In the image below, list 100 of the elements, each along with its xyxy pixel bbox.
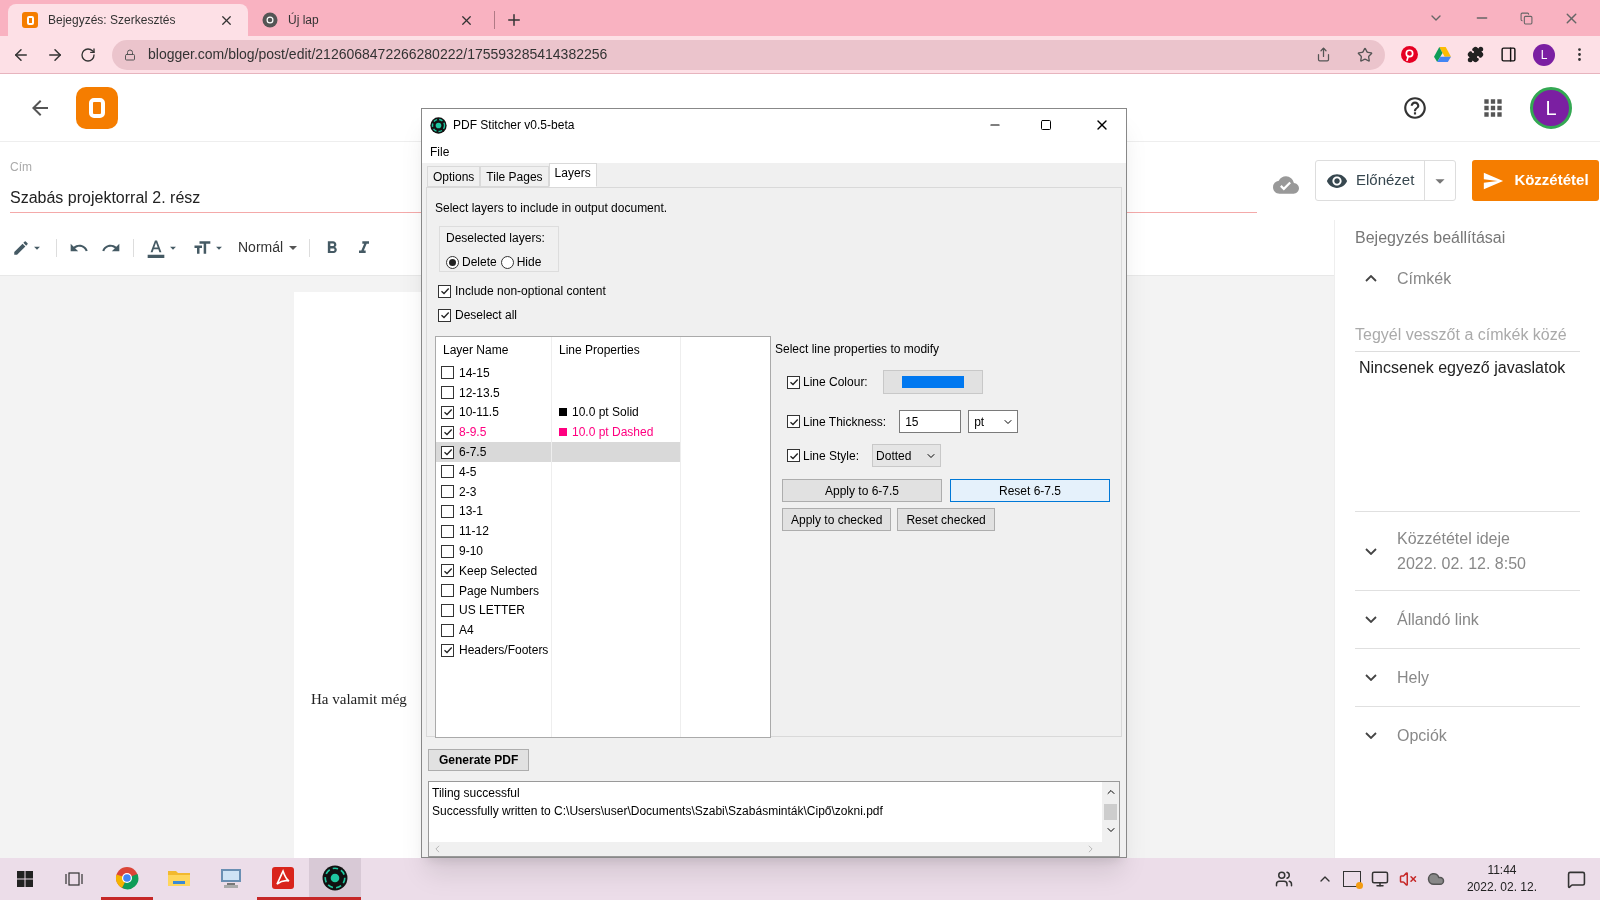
settings-section-header[interactable]: Opciók — [1355, 707, 1580, 764]
checkbox[interactable] — [438, 308, 451, 322]
section-title: Opciók — [1397, 726, 1447, 746]
radio-button[interactable] — [500, 255, 514, 269]
notifications-icon[interactable] — [1567, 869, 1586, 889]
checkbox[interactable] — [438, 284, 451, 298]
network-icon[interactable] — [1370, 870, 1389, 888]
browser-tab[interactable]: Új lap — [248, 4, 488, 36]
layer-row[interactable]: US LETTER — [436, 600, 680, 621]
settings-section-header[interactable]: Állandó link — [1355, 591, 1580, 648]
dialog-tab[interactable]: Options — [427, 166, 481, 187]
menu-item[interactable]: File — [427, 143, 453, 161]
layer-row[interactable]: 6-7.5 — [436, 442, 680, 462]
task-view-icon[interactable] — [65, 871, 83, 887]
checkbox[interactable] — [441, 504, 454, 518]
action-button[interactable]: Apply to checked — [782, 508, 892, 531]
checkbox-label: Line Style: — [803, 447, 860, 465]
stitcher-app-icon — [322, 864, 348, 891]
layer-row[interactable]: 2-3 — [436, 481, 680, 502]
muted-speaker-icon[interactable] — [1398, 870, 1417, 888]
profile-avatar[interactable]: L — [1533, 43, 1555, 66]
cloud-icon[interactable] — [1426, 870, 1445, 888]
checkbox[interactable] — [441, 425, 454, 439]
layer-row[interactable]: 4-5 — [436, 462, 680, 482]
help-icon[interactable] — [1402, 94, 1428, 121]
checkbox[interactable] — [787, 449, 800, 462]
layer-name: US LETTER — [459, 602, 525, 620]
checkbox[interactable] — [441, 485, 454, 499]
dialog-tab[interactable]: Tile Pages — [480, 166, 549, 187]
layer-row[interactable]: 13-1 — [436, 501, 680, 522]
checkbox[interactable] — [441, 524, 454, 538]
tray-app-icon[interactable] — [1342, 871, 1361, 887]
address-bar[interactable]: blogger.com/blog/post/edit/2126068472266280222/175593285414382256 — [112, 39, 1385, 70]
checkbox[interactable] — [787, 415, 800, 428]
chrome-icon — [115, 865, 139, 890]
chevron-down-icon — [1365, 616, 1377, 623]
layer-row[interactable]: 11-12 — [436, 521, 680, 542]
paragraph-style-dropdown[interactable]: Normál — [238, 237, 298, 258]
layer-row[interactable]: 10-11.5 10.0 pt Solid — [436, 402, 680, 423]
checkbox[interactable] — [441, 386, 454, 400]
account-avatar[interactable]: L — [1530, 86, 1572, 129]
action-button[interactable]: Reset checked — [897, 508, 995, 531]
checkbox[interactable] — [441, 623, 454, 637]
checkbox[interactable] — [787, 375, 800, 389]
suggestions-note: Nincsenek egyező javaslatok — [1358, 358, 1567, 378]
checkbox[interactable] — [441, 643, 454, 657]
tab-title: Új lap — [288, 11, 320, 29]
settings-section-header[interactable]: Címkék — [1355, 250, 1580, 307]
bookmark-star-icon[interactable] — [1357, 46, 1373, 63]
share-icon[interactable] — [1316, 47, 1331, 62]
checkbox[interactable] — [441, 366, 454, 380]
radio-button[interactable] — [446, 255, 459, 269]
layer-row[interactable]: A4 — [436, 620, 680, 641]
action-button[interactable]: Apply to 6-7.5 — [782, 479, 942, 502]
generate-pdf-button[interactable]: Generate PDF — [428, 749, 530, 771]
layer-row[interactable]: 14-15 — [436, 363, 680, 383]
unit-dropdown[interactable]: pt — [968, 410, 1019, 433]
line-style-dropdown[interactable]: Dotted — [872, 444, 942, 467]
vertical-scrollbar[interactable] — [1102, 782, 1119, 842]
action-button[interactable]: Reset 6-7.5 — [950, 479, 1110, 502]
taskbar-app[interactable] — [309, 858, 361, 900]
column-header[interactable]: Line Properties — [552, 337, 680, 363]
layer-row[interactable]: Page Numbers — [436, 580, 680, 601]
acrobat-icon — [271, 865, 295, 890]
log-line: Successfully written to C:\Users\user\Documents\Szabi\Szabásminták\Cipő\zokni.pdf — [432, 803, 884, 820]
restore-icon[interactable] — [1520, 11, 1533, 25]
settings-section-header[interactable]: Hely — [1355, 649, 1580, 706]
layer-name: Keep Selected — [459, 562, 538, 580]
checkbox[interactable] — [441, 465, 454, 479]
checkbox[interactable] — [441, 603, 454, 617]
clock[interactable]: 11:44 2022. 02. 12. — [1466, 862, 1537, 896]
layer-row[interactable]: 9-10 — [436, 541, 680, 561]
layer-name: 13-1 — [459, 503, 484, 521]
tags-input-field[interactable]: Tegyél vesszőt a címkék közé — [1355, 323, 1580, 352]
checkbox[interactable] — [441, 406, 454, 419]
checkbox[interactable] — [441, 564, 454, 578]
blogger-logo-icon[interactable] — [76, 86, 118, 129]
layer-row[interactable]: Headers/Footers — [436, 640, 680, 660]
colour-picker-button[interactable] — [882, 370, 983, 394]
app-icon — [430, 116, 447, 134]
drive-icon[interactable] — [1434, 46, 1451, 63]
checkbox[interactable] — [441, 445, 454, 459]
people-icon[interactable] — [1274, 870, 1293, 888]
checkbox[interactable] — [441, 584, 454, 598]
column-header[interactable]: Layer Name — [436, 337, 552, 363]
extensions-icon[interactable] — [1467, 46, 1484, 63]
reload-icon[interactable] — [80, 46, 96, 63]
dialog-tab[interactable]: Layers — [548, 163, 597, 187]
settings-section-header[interactable]: Közzététel ideje 2022. 02. 12. 8:50 — [1355, 512, 1580, 590]
preview-button[interactable]: Előnézet — [1315, 160, 1457, 201]
maximize-icon[interactable] — [1040, 119, 1052, 131]
checkbox[interactable] — [441, 544, 454, 558]
layer-row[interactable]: 12-13.5 — [436, 382, 680, 403]
browser-tab[interactable]: Bejegyzés: Szerkesztés — [8, 4, 248, 36]
layer-row[interactable]: Keep Selected — [436, 560, 680, 581]
thickness-input[interactable]: 15 — [899, 410, 962, 433]
side-panel-icon[interactable] — [1500, 46, 1517, 63]
pinterest-icon[interactable] — [1401, 46, 1418, 63]
start-icon[interactable] — [17, 871, 33, 887]
new-tab-icon[interactable] — [505, 11, 523, 29]
